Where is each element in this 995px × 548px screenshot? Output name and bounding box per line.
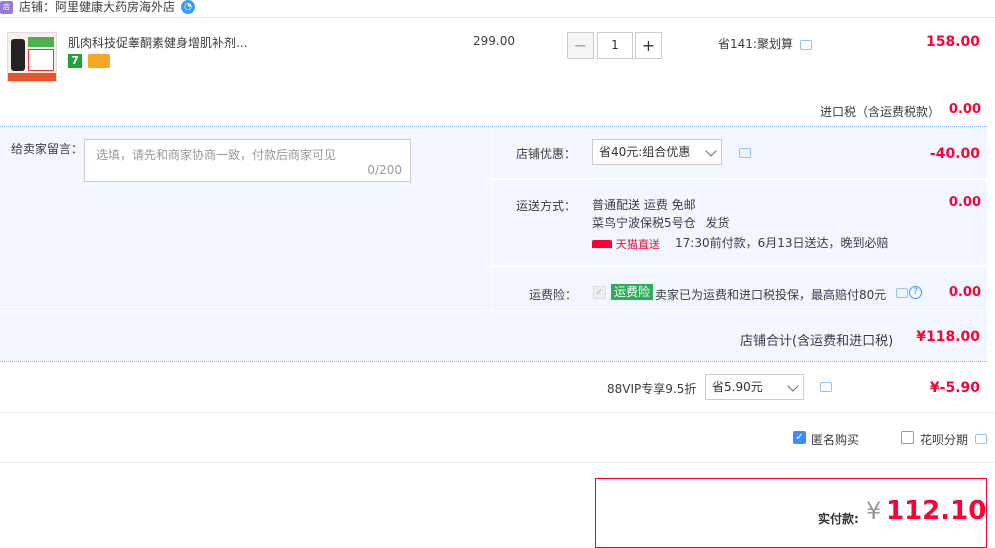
- message-counter: 0/200: [367, 163, 402, 177]
- shop-discount-label: 店铺优惠：: [516, 147, 577, 161]
- import-tax-value: 0.00: [948, 102, 981, 117]
- credit-card-icon: [88, 54, 110, 68]
- shop-discount-value: -40.00: [929, 146, 980, 162]
- shipping-value: 0.00: [948, 195, 981, 210]
- message-label: 给卖家留言：: [11, 142, 84, 156]
- divider: [0, 17, 995, 18]
- insurance-checkbox[interactable]: ✓: [593, 286, 606, 299]
- tmall-direct-badge: 天猫直送: [592, 236, 664, 251]
- panel-divider: [491, 126, 492, 310]
- shop-discount-select[interactable]: 省40元:组合优惠: [592, 139, 722, 165]
- anonymous-label[interactable]: 匿名购买: [811, 431, 859, 448]
- shop-total-label: 店铺合计(含运费和进口税): [740, 334, 894, 349]
- chat-icon[interactable]: [975, 434, 987, 444]
- question-icon[interactable]: ?: [909, 286, 922, 299]
- payment-amount: 112.10: [886, 496, 987, 526]
- panel-divider: [491, 265, 987, 267]
- tmall-direct-text: 天猫直送: [615, 238, 660, 251]
- chat-icon[interactable]: [800, 40, 812, 50]
- huabei-label[interactable]: 花呗分期: [920, 431, 968, 448]
- vip-discount-select[interactable]: 省5.90元: [705, 374, 804, 400]
- divider: [0, 412, 995, 413]
- shipping-warehouse-suffix: 发货: [705, 216, 730, 230]
- chat-icon[interactable]: [820, 382, 832, 392]
- seven-day-return-icon: 7: [68, 54, 82, 68]
- delivery-note: 17:30前付款，6月13日送达，晚到必赔: [675, 236, 889, 250]
- shop-discount-selected: 省40元:组合优惠: [599, 145, 691, 159]
- panel-divider: [0, 310, 987, 311]
- huabei-checkbox[interactable]: [901, 431, 914, 444]
- chat-icon[interactable]: [896, 288, 908, 298]
- shipping-label: 运送方式：: [516, 199, 577, 213]
- product-title[interactable]: 肌肉科技促睾酮素健身增肌补剂...: [68, 34, 247, 51]
- insurance-text: 卖家已为运费和进口税投保，最高赔付80元: [655, 288, 887, 302]
- wangwang-icon[interactable]: ◔: [181, 0, 195, 14]
- insurance-label: 运费险：: [529, 288, 578, 302]
- shipping-warehouse-name: 菜鸟宁波保税5号仓: [592, 216, 696, 230]
- vip-discount-selected: 省5.90元: [712, 380, 763, 394]
- vip-label: 88VIP专享9.5折: [607, 382, 697, 396]
- chevron-down-icon: [787, 380, 799, 392]
- shipping-warehouse: 菜鸟宁波保税5号仓 发货: [592, 214, 729, 231]
- anonymous-checkbox[interactable]: ✓: [793, 431, 806, 444]
- quantity-input[interactable]: 1: [597, 32, 633, 59]
- payment-summary-box: 实付款: ¥ 112.10: [595, 478, 987, 548]
- message-textarea[interactable]: 选填，请先和商家协商一致，付款后商家可见 0/200: [84, 139, 411, 182]
- unit-price: 299.00: [473, 34, 515, 48]
- payment-currency: ¥: [866, 497, 882, 525]
- tmall-icon: [592, 240, 612, 248]
- insurance-value: 0.00: [948, 285, 981, 300]
- shop-total-value: ¥118.00: [916, 329, 980, 345]
- quantity-decrease-button[interactable]: −: [567, 32, 594, 59]
- item-discount-note: 省141:聚划算: [718, 37, 793, 51]
- vip-value: ¥-5.90: [929, 380, 980, 396]
- item-subtotal: 158.00: [925, 34, 980, 50]
- panel-divider: [491, 178, 987, 180]
- chat-icon[interactable]: [739, 148, 751, 158]
- shop-icon: 店: [0, 1, 13, 14]
- import-tax-label: 进口税（含运费税款）: [820, 105, 941, 119]
- product-thumbnail[interactable]: [7, 32, 57, 82]
- divider: [0, 462, 995, 463]
- message-placeholder: 选填，请先和商家协商一致，付款后商家可见: [96, 148, 337, 162]
- shipping-method: 普通配送 运费 免邮: [592, 198, 696, 212]
- payment-label: 实付款:: [818, 512, 859, 526]
- insurance-tag: 运费险: [611, 284, 654, 300]
- quantity-increase-button[interactable]: +: [635, 32, 662, 59]
- shop-name[interactable]: 店铺：阿里健康大药房海外店: [19, 0, 175, 15]
- chevron-down-icon: [705, 145, 717, 157]
